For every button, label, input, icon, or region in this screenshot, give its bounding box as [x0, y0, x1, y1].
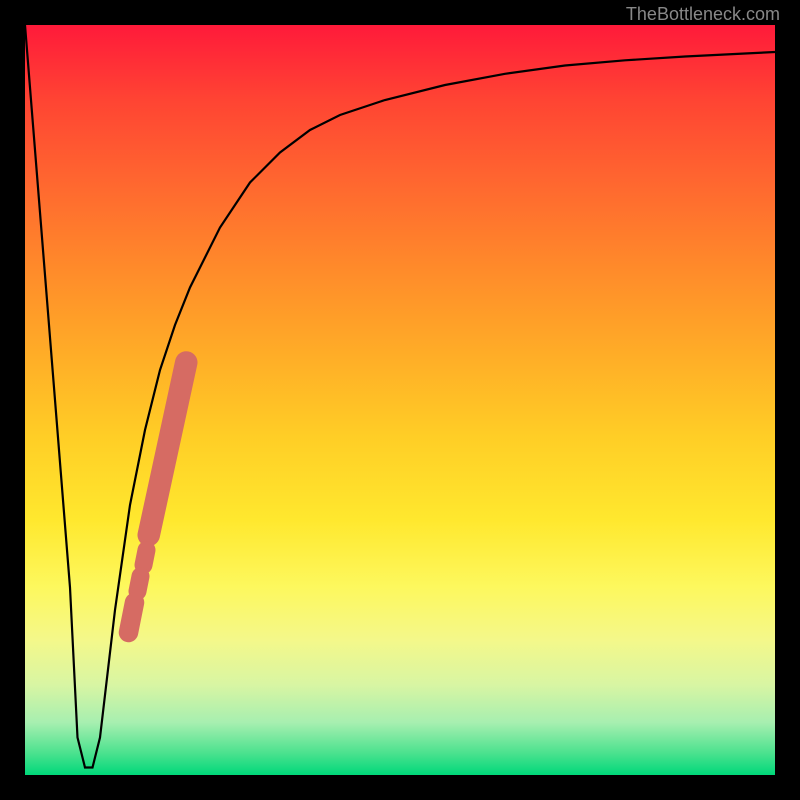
selected-range-markers: [129, 363, 187, 633]
watermark-text: TheBottleneck.com: [626, 4, 780, 25]
chart-plot-area: [25, 25, 775, 775]
highlight-segment: [129, 603, 135, 633]
highlight-segment: [144, 550, 147, 565]
bottleneck-curve: [25, 25, 775, 768]
highlight-segment: [138, 576, 141, 591]
chart-overlay: [25, 25, 775, 775]
